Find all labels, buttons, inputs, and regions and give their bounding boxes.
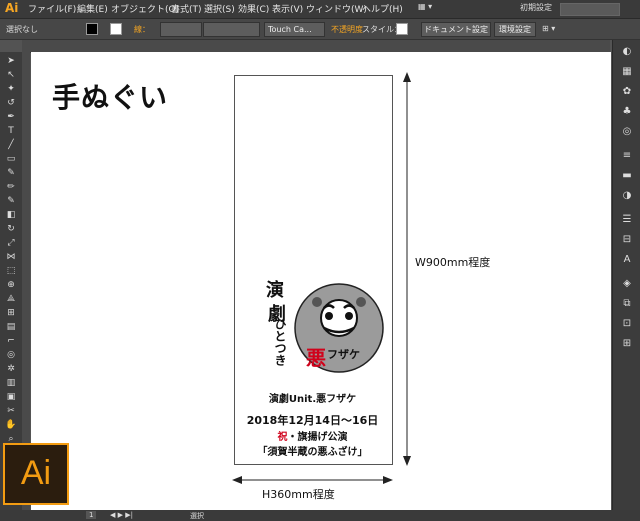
arrange-icon[interactable]: ⊞ ▾: [542, 24, 555, 33]
bridge-icon[interactable]: ▦ ▾: [418, 2, 432, 11]
control-bar: 選択なし 線： Touch Ca... 不透明度 スタイル： ドキュメント設定 …: [0, 19, 640, 40]
menu-file[interactable]: ファイル(F): [28, 2, 76, 15]
opacity-label[interactable]: 不透明度: [331, 24, 363, 35]
eraser-icon[interactable]: ◧: [5, 210, 17, 221]
panel-dock: ◐ ▦ ✿ ♣ ◎ ≡ ▬ ◑ ☰ ⊟ A ◈ ⧉ ⊡ ⊞: [612, 40, 640, 510]
magic-wand-icon[interactable]: ✦: [5, 84, 17, 95]
slice-tool-icon[interactable]: ✂: [5, 406, 17, 417]
stamp-red-character: 悪: [306, 346, 326, 370]
pencil-icon[interactable]: ✏: [5, 182, 17, 193]
free-transform-icon[interactable]: ⬚: [5, 266, 17, 277]
menu-edit[interactable]: 編集(E): [77, 2, 108, 15]
menu-bar: Ai ファイル(F) 編集(E) オブジェクト(O) 書式(T) 選択(S) 効…: [0, 0, 640, 19]
transform-panel-icon[interactable]: ⊡: [621, 318, 633, 330]
rectangle-tool-icon[interactable]: ▭: [5, 154, 17, 165]
graphic-styles-panel-icon[interactable]: ◎: [621, 126, 633, 138]
menu-help[interactable]: ヘルプ(H): [362, 2, 403, 15]
character-panel-icon[interactable]: A: [621, 254, 633, 266]
show-title: 「須賀半蔵の悪ふざけ」: [257, 447, 368, 458]
unit-name: 演劇Unit.悪フザケ: [268, 394, 357, 405]
mesh-tool-icon[interactable]: ⊞: [5, 308, 17, 319]
style-swatch[interactable]: [396, 23, 408, 35]
pen-tool-icon[interactable]: ✒: [5, 112, 17, 123]
width-label: W900mm程度: [415, 256, 491, 269]
celebration-rest: ・旗揚げ公演: [287, 432, 348, 443]
ruler-vertical: [22, 52, 30, 510]
swatches-panel-icon[interactable]: ▦: [621, 66, 633, 78]
eyedropper-icon[interactable]: ⌐: [5, 336, 17, 347]
variable-width-select[interactable]: [203, 22, 260, 37]
fill-swatch[interactable]: [86, 23, 98, 35]
status-tool: 選択: [190, 512, 204, 520]
lasso-icon[interactable]: ↺: [5, 98, 17, 109]
illustrator-logo: Ai: [3, 443, 69, 505]
brush-char-1: 演: [266, 280, 284, 301]
workspace-switcher[interactable]: 初期設定: [520, 2, 552, 13]
width-dimension-arrow: [232, 476, 393, 484]
width-tool-icon[interactable]: ⋈: [5, 252, 17, 263]
direct-selection-tool-icon[interactable]: ↖: [5, 70, 17, 81]
scale-tool-icon[interactable]: ⤢: [5, 238, 17, 249]
search-input[interactable]: [560, 3, 620, 16]
tools-panel: ➤ ↖ ✦ ↺ ✒ T ╱ ▭ ✎ ✏ ✎ ◧ ↻ ⤢ ⋈ ⬚ ⊕ ⟁ ⊞ ▤ …: [0, 52, 22, 510]
brush-char-3: ひとつき: [273, 318, 287, 366]
perspective-grid-icon[interactable]: ⟁: [5, 294, 17, 305]
document-settings-button[interactable]: ドキュメント設定: [421, 22, 491, 37]
layers-panel-icon[interactable]: ◈: [621, 278, 633, 290]
selection-tool-icon[interactable]: ➤: [5, 56, 17, 67]
stroke-weight-field[interactable]: [160, 22, 202, 37]
menu-window[interactable]: ウィンドウ(W): [306, 2, 367, 15]
celebration-line: 祝・旗揚げ公演: [234, 428, 391, 443]
stroke-panel-icon[interactable]: ≡: [621, 150, 633, 162]
gradient-tool-icon[interactable]: ▤: [5, 322, 17, 333]
blob-brush-icon[interactable]: ✎: [5, 196, 17, 207]
status-bar: 1 ◀ ▶ ▶| 選択: [0, 510, 640, 521]
symbols-panel-icon[interactable]: ♣: [621, 106, 633, 118]
artboard-number[interactable]: 1: [86, 511, 97, 519]
brush-select[interactable]: Touch Ca...: [264, 22, 325, 37]
preferences-button[interactable]: 環境設定: [494, 22, 536, 37]
selection-status: 選択なし: [6, 25, 38, 34]
symbol-sprayer-icon[interactable]: ✲: [5, 364, 17, 375]
hand-tool-icon[interactable]: ✋: [5, 420, 17, 431]
page-title: 手ぬぐい: [52, 81, 169, 114]
rotate-tool-icon[interactable]: ↻: [5, 224, 17, 235]
color-panel-icon[interactable]: ◐: [621, 46, 633, 58]
height-label: H360mm程度: [262, 488, 335, 501]
stroke-swatch[interactable]: [110, 23, 122, 35]
menu-select[interactable]: 選択(S): [204, 2, 235, 15]
type-tool-icon[interactable]: T: [5, 126, 17, 137]
graph-tool-icon[interactable]: ▥: [5, 378, 17, 389]
shape-builder-icon[interactable]: ⊕: [5, 280, 17, 291]
blend-tool-icon[interactable]: ◎: [5, 350, 17, 361]
pathfinder-panel-icon[interactable]: ⊞: [621, 338, 633, 350]
menu-type[interactable]: 書式(T): [171, 2, 202, 15]
paintbrush-icon[interactable]: ✎: [5, 168, 17, 179]
menu-object[interactable]: オブジェクト(O): [111, 2, 179, 15]
celebration-prefix: 祝: [277, 432, 288, 443]
height-dimension-arrow: [403, 72, 411, 466]
transparency-panel-icon[interactable]: ◑: [621, 190, 633, 202]
menu-effect[interactable]: 効果(C): [238, 2, 269, 15]
brushes-panel-icon[interactable]: ✿: [621, 86, 633, 98]
app-logo-small: Ai: [5, 1, 19, 15]
line-tool-icon[interactable]: ╱: [5, 140, 17, 151]
appearance-panel-icon[interactable]: ☰: [621, 214, 633, 226]
artboards-panel-icon[interactable]: ⧉: [621, 298, 633, 310]
menu-view[interactable]: 表示(V): [272, 2, 303, 15]
stroke-label[interactable]: 線：: [134, 24, 150, 35]
align-panel-icon[interactable]: ⊟: [621, 234, 633, 246]
artboard-nav-icon[interactable]: ◀ ▶ ▶|: [110, 511, 133, 519]
artboard-tool-icon[interactable]: ▣: [5, 392, 17, 403]
performance-dates: 2018年12月14日～16日: [246, 414, 379, 427]
stamp-black-text: フザケ: [327, 348, 360, 361]
gradient-panel-icon[interactable]: ▬: [621, 170, 633, 182]
